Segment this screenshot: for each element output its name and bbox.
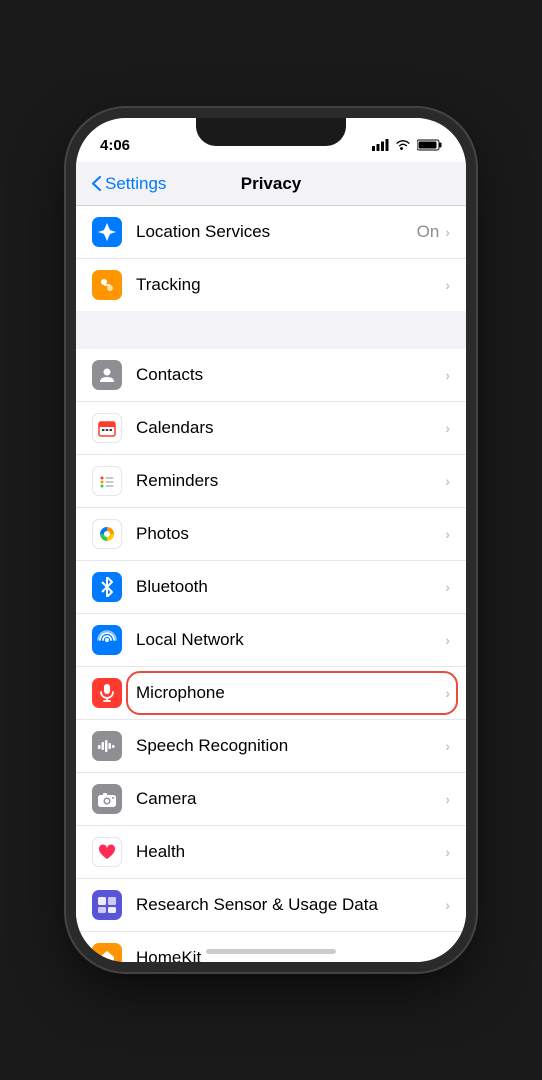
bluetooth-chevron: ›	[445, 579, 450, 595]
section-divider-1	[76, 313, 466, 349]
back-label: Settings	[105, 174, 166, 194]
section-top: Location Services On › Tracking ›	[76, 206, 466, 311]
row-camera[interactable]: Camera ›	[76, 773, 466, 826]
home-indicator	[206, 949, 336, 954]
calendars-icon	[92, 413, 122, 443]
microphone-chevron: ›	[445, 685, 450, 701]
calendars-chevron: ›	[445, 420, 450, 436]
research-icon	[92, 890, 122, 920]
section-permissions: Contacts › Cal	[76, 349, 466, 962]
row-local-network[interactable]: Local Network ›	[76, 614, 466, 667]
status-time: 4:06	[100, 137, 130, 154]
reminders-chevron: ›	[445, 473, 450, 489]
location-chevron: ›	[445, 224, 450, 240]
contacts-icon	[92, 360, 122, 390]
row-research[interactable]: Research Sensor & Usage Data ›	[76, 879, 466, 932]
tracking-label: Tracking	[136, 275, 445, 295]
speech-label: Speech Recognition	[136, 736, 445, 756]
nav-bar: Settings Privacy	[76, 162, 466, 206]
battery-icon	[417, 139, 442, 151]
contacts-chevron: ›	[445, 367, 450, 383]
health-label: Health	[136, 842, 445, 862]
notch	[196, 118, 346, 146]
photos-label: Photos	[136, 524, 445, 544]
location-label: Location Services	[136, 222, 417, 242]
camera-chevron: ›	[445, 791, 450, 807]
research-label: Research Sensor & Usage Data	[136, 895, 445, 915]
homekit-chevron: ›	[445, 950, 450, 962]
back-chevron-icon	[92, 176, 101, 191]
camera-label: Camera	[136, 789, 445, 809]
speech-chevron: ›	[445, 738, 450, 754]
back-button[interactable]: Settings	[92, 174, 166, 194]
bluetooth-icon	[92, 572, 122, 602]
microphone-icon	[92, 678, 122, 708]
row-bluetooth[interactable]: Bluetooth ›	[76, 561, 466, 614]
local-network-icon	[92, 625, 122, 655]
row-contacts[interactable]: Contacts ›	[76, 349, 466, 402]
signal-icon	[372, 139, 389, 151]
wifi-icon	[395, 139, 411, 151]
row-calendars[interactable]: Calendars ›	[76, 402, 466, 455]
tracking-chevron: ›	[445, 277, 450, 293]
reminders-label: Reminders	[136, 471, 445, 491]
bluetooth-label: Bluetooth	[136, 577, 445, 597]
reminders-icon	[92, 466, 122, 496]
microphone-label: Microphone	[136, 683, 445, 703]
row-homekit[interactable]: HomeKit ›	[76, 932, 466, 962]
row-location[interactable]: Location Services On ›	[76, 206, 466, 259]
research-chevron: ›	[445, 897, 450, 913]
tracking-icon	[92, 270, 122, 300]
row-microphone[interactable]: Microphone ›	[76, 667, 466, 720]
row-tracking[interactable]: Tracking ›	[76, 259, 466, 311]
health-chevron: ›	[445, 844, 450, 860]
status-icons	[372, 139, 442, 151]
homekit-icon	[92, 943, 122, 962]
page-title: Privacy	[241, 174, 302, 194]
contacts-label: Contacts	[136, 365, 445, 385]
calendars-label: Calendars	[136, 418, 445, 438]
row-speech[interactable]: Speech Recognition ›	[76, 720, 466, 773]
local-network-label: Local Network	[136, 630, 445, 650]
health-icon	[92, 837, 122, 867]
settings-content: Location Services On › Tracking ›	[76, 206, 466, 962]
row-health[interactable]: Health ›	[76, 826, 466, 879]
photos-chevron: ›	[445, 526, 450, 542]
location-icon	[92, 217, 122, 247]
row-photos[interactable]: Photos ›	[76, 508, 466, 561]
photos-icon	[92, 519, 122, 549]
row-reminders[interactable]: Reminders ›	[76, 455, 466, 508]
speech-icon	[92, 731, 122, 761]
camera-icon	[92, 784, 122, 814]
location-value: On	[417, 222, 440, 242]
local-network-chevron: ›	[445, 632, 450, 648]
